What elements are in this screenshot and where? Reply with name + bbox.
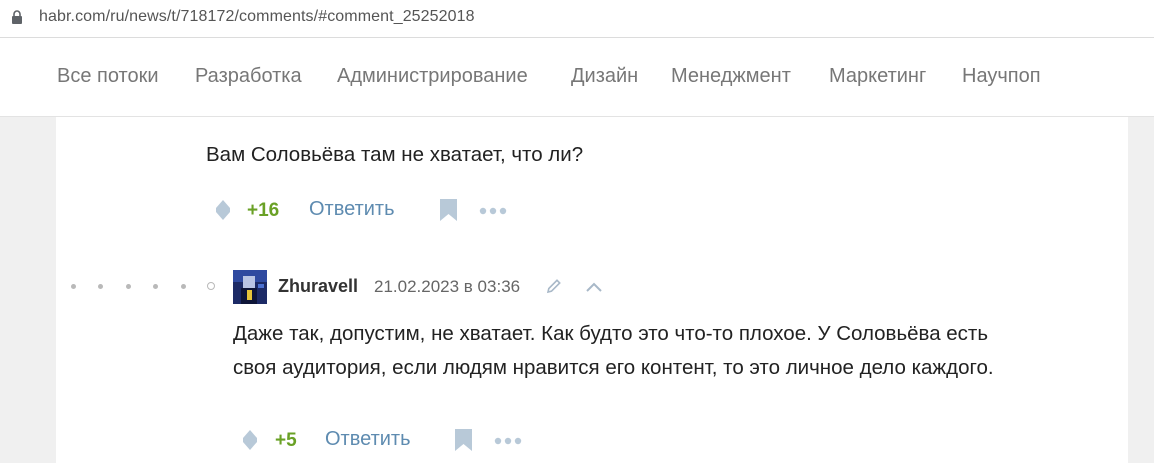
reply-button[interactable]: Ответить xyxy=(309,198,395,221)
hubs-navigation: Все потоки Разработка Администрирование … xyxy=(0,38,1154,117)
thread-ring[interactable] xyxy=(207,282,215,290)
vote-icon[interactable] xyxy=(243,430,257,450)
reply-button[interactable]: Ответить xyxy=(325,428,411,451)
nav-item-design[interactable]: Дизайн xyxy=(571,65,638,88)
avatar-image xyxy=(233,270,267,304)
more-options-icon[interactable] xyxy=(479,207,507,215)
nav-item-marketing[interactable]: Маркетинг xyxy=(829,65,926,88)
nav-item-management[interactable]: Менеджмент xyxy=(671,65,791,88)
comment-text-line: Даже так, допустим, не хватает. Как будт… xyxy=(233,322,989,345)
nav-item-admin[interactable]: Администрирование xyxy=(337,65,528,88)
lock-icon xyxy=(12,10,22,24)
comment-text-line: своя аудитория, если людям нравится его … xyxy=(233,356,994,379)
more-options-icon[interactable] xyxy=(494,437,522,445)
nav-item-popsci[interactable]: Научпоп xyxy=(962,65,1041,88)
thread-dot xyxy=(98,284,103,289)
nav-item-all-flows[interactable]: Все потоки xyxy=(57,65,159,88)
comment-text: Вам Соловьёва там не хватает, что ли? xyxy=(206,143,584,166)
thread-dot xyxy=(181,284,186,289)
bookmark-icon[interactable] xyxy=(440,199,457,221)
chevron-up-icon[interactable] xyxy=(585,281,603,293)
thread-dot xyxy=(126,284,131,289)
comment-date[interactable]: 21.02.2023 в 03:36 xyxy=(374,277,520,297)
vote-icon[interactable] xyxy=(216,200,230,220)
url-text[interactable]: habr.com/ru/news/t/718172/comments/#comm… xyxy=(39,8,475,26)
avatar[interactable] xyxy=(233,270,267,304)
comment-author[interactable]: Zhuravell xyxy=(278,276,358,297)
thread-dot xyxy=(71,284,76,289)
bookmark-icon[interactable] xyxy=(455,429,472,451)
thread-dot xyxy=(153,284,158,289)
comment-score: +16 xyxy=(247,200,280,221)
nav-item-development[interactable]: Разработка xyxy=(195,65,302,88)
browser-address-bar[interactable]: habr.com/ru/news/t/718172/comments/#comm… xyxy=(0,0,1154,38)
edit-icon[interactable] xyxy=(545,277,563,295)
comment-score: +5 xyxy=(275,430,297,451)
